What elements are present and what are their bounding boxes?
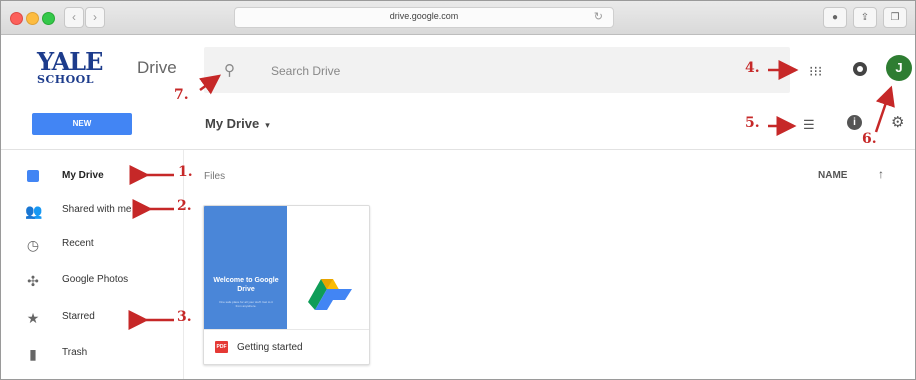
annotation-arrow-6 xyxy=(874,85,895,133)
annotation-overlay xyxy=(128,60,895,330)
annotation-arrow-7 xyxy=(198,74,222,95)
annotation-label-2: 2. xyxy=(177,198,192,214)
annotation-label-5: 5. xyxy=(745,115,760,131)
annotation-label-6: 6. xyxy=(862,131,877,147)
annotation-label-7: 7. xyxy=(174,87,189,103)
annotation-label-3: 3. xyxy=(177,309,192,325)
annotation-label-4: 4. xyxy=(745,60,760,76)
annotation-label-1: 1. xyxy=(178,164,193,180)
